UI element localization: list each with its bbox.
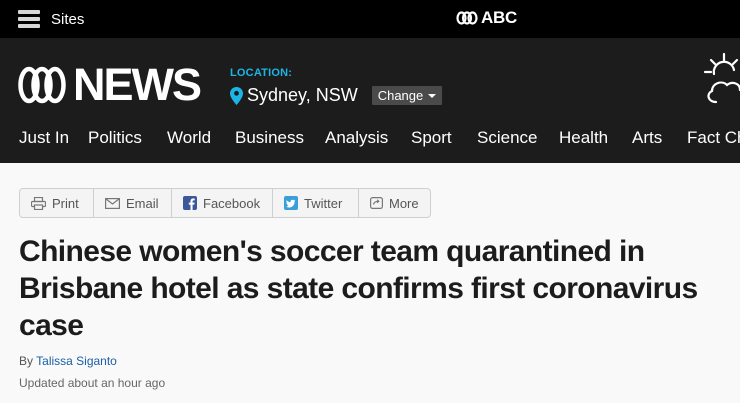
sites-label: Sites bbox=[51, 10, 85, 28]
caret-down-icon bbox=[428, 93, 437, 98]
article-headline: Chinese women's soccer team quarantined … bbox=[19, 235, 698, 342]
print-button[interactable]: Print bbox=[20, 189, 94, 217]
nav-item-analysis[interactable]: Analysis bbox=[325, 128, 388, 148]
updated-timestamp: Updated about an hour ago bbox=[19, 376, 166, 390]
printer-icon bbox=[31, 196, 46, 210]
email-label: Email bbox=[126, 195, 159, 211]
author-link[interactable]: Talissa Siganto bbox=[36, 354, 117, 368]
twitter-label: Twitter bbox=[304, 195, 343, 211]
location-city: Sydney, NSW bbox=[247, 85, 358, 105]
nav-item-arts[interactable]: Arts bbox=[632, 128, 662, 148]
abc-news-logo[interactable]: NEWS bbox=[17, 59, 202, 110]
share-more-icon bbox=[370, 197, 383, 209]
nav-item-business[interactable]: Business bbox=[235, 128, 304, 148]
nav-item-just-in[interactable]: Just In bbox=[19, 128, 69, 148]
facebook-share-button[interactable]: Facebook bbox=[172, 189, 273, 217]
share-toolbar: Print Email Facebook Twitter More bbox=[19, 188, 431, 218]
twitter-icon bbox=[284, 196, 298, 210]
hamburger-icon bbox=[18, 10, 40, 28]
twitter-share-button[interactable]: Twitter bbox=[273, 189, 359, 217]
nav-item-health[interactable]: Health bbox=[559, 128, 608, 148]
nav-item-fact-check[interactable]: Fact Ch bbox=[687, 128, 740, 148]
abc-brand-label: ABC bbox=[481, 8, 517, 27]
nav-item-science[interactable]: Science bbox=[477, 128, 537, 148]
sites-menu-button[interactable]: Sites bbox=[18, 9, 84, 29]
email-button[interactable]: Email bbox=[94, 189, 172, 217]
change-label: Change bbox=[377, 88, 424, 103]
nav-item-sport[interactable]: Sport bbox=[411, 128, 452, 148]
masthead: NEWS LOCATION: Sydney, NSW Change Just I… bbox=[0, 38, 740, 163]
more-share-button[interactable]: More bbox=[359, 189, 430, 217]
partly-cloudy-icon[interactable] bbox=[702, 52, 740, 106]
abc-top-bar: Sites ABC bbox=[0, 0, 740, 38]
location-pin-icon bbox=[230, 86, 243, 105]
facebook-icon bbox=[183, 196, 197, 210]
print-label: Print bbox=[52, 195, 79, 211]
change-location-button[interactable]: Change bbox=[371, 86, 443, 105]
facebook-label: Facebook bbox=[203, 195, 261, 211]
nav-item-world[interactable]: World bbox=[167, 128, 211, 148]
article-byline: By Talissa Siganto bbox=[19, 354, 117, 368]
envelope-icon bbox=[105, 197, 120, 209]
nav-item-politics[interactable]: Politics bbox=[88, 128, 142, 148]
abc-home-link[interactable]: ABC bbox=[456, 8, 517, 28]
location-label: LOCATION: bbox=[230, 67, 293, 79]
abc-logo-icon bbox=[456, 11, 478, 25]
news-wordmark: NEWS bbox=[73, 59, 202, 110]
more-label: More bbox=[389, 195, 419, 211]
abc-lissajous-icon bbox=[18, 66, 66, 103]
byline-prefix: By bbox=[19, 354, 34, 368]
location-row: Sydney, NSW Change bbox=[230, 85, 443, 106]
